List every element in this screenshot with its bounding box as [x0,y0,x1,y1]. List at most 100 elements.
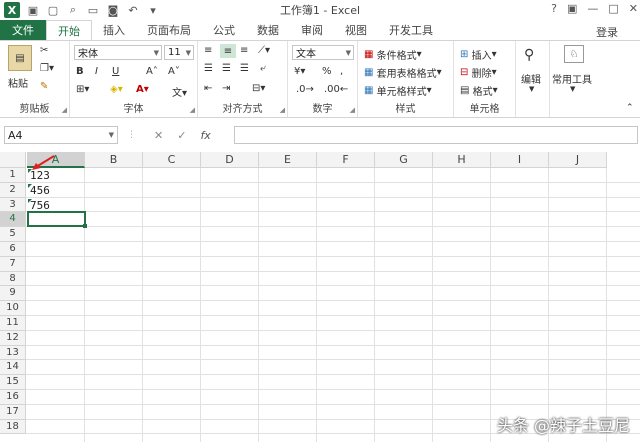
decrease-decimal-icon[interactable]: .00← [324,84,348,95]
common-tools-button[interactable]: 常用工具 [552,71,592,86]
border-icon[interactable]: ⊞▾ [76,84,89,95]
undo-icon[interactable]: ↶ [126,3,140,17]
column-header-b[interactable]: B [85,152,143,168]
tab-insert[interactable]: 插入 [92,20,136,40]
row-header-17[interactable]: 17 [0,404,26,420]
error-indicator-icon[interactable] [28,198,32,203]
insert-function-button[interactable]: fx [200,129,210,142]
format-painter-icon[interactable]: ✎ [40,81,48,92]
cell-styles-button[interactable]: ▦ 单元格样式 ▾ [364,83,432,98]
row-header-1[interactable]: 1 [0,168,26,183]
row-header-16[interactable]: 16 [0,390,26,405]
italic-button[interactable]: I [95,66,98,77]
phonetic-icon[interactable]: 文▾ [172,84,187,99]
tools-icon[interactable]: ♘ [564,45,584,63]
wrap-text-icon[interactable]: ⤶ [260,63,266,74]
save-icon[interactable]: ▣ [26,3,40,17]
error-indicator-icon[interactable] [28,183,32,188]
insert-cells-button[interactable]: ⊞ 插入 ▾ [460,47,497,62]
cut-icon[interactable]: ✂ [40,45,48,56]
row-header-10[interactable]: 10 [0,301,26,316]
maximize-button[interactable]: □ [608,2,618,15]
column-header-h[interactable]: H [433,152,491,168]
binoculars-icon[interactable]: ⚲ [524,47,534,63]
decrease-font-icon[interactable]: A˅ [168,66,180,77]
row-header-15[interactable]: 15 [0,375,26,390]
row-header-14[interactable]: 14 [0,360,26,376]
format-as-table-button[interactable]: ▦ 套用表格格式 ▾ [364,65,442,80]
align-center-icon[interactable]: ☰ [222,63,231,74]
align-top-icon[interactable]: ≡ [204,45,212,56]
tab-formulas[interactable]: 公式 [202,20,246,40]
dialog-launcher-icon[interactable]: ◢ [190,106,195,114]
align-bottom-icon[interactable]: ≡ [240,45,248,56]
bold-button[interactable]: B [76,66,84,77]
dialog-launcher-icon[interactable]: ◢ [350,106,355,114]
comma-button[interactable]: , [340,66,343,77]
minimize-button[interactable]: — [587,2,598,15]
column-header-f[interactable]: F [317,152,375,168]
column-header-e[interactable]: E [259,152,317,168]
cancel-icon[interactable]: ✕ [154,129,163,142]
align-left-icon[interactable]: ☰ [204,63,213,74]
row-header-13[interactable]: 13 [0,345,26,361]
format-cells-button[interactable]: ▤ 格式 ▾ [460,83,498,98]
row-header-11[interactable]: 11 [0,316,26,331]
fill-color-icon[interactable]: ◈▾ [110,84,123,95]
row-header-2[interactable]: 2 [0,182,26,198]
dialog-launcher-icon[interactable]: ◢ [62,106,67,114]
percent-button[interactable]: % [322,66,332,77]
row-header-3[interactable]: 3 [0,197,26,213]
paste-button[interactable]: 粘贴 [8,75,28,90]
cell-a3[interactable]: 756 [30,199,50,212]
login-link[interactable]: 登录 [596,24,618,40]
paste-icon[interactable]: ▤ [8,45,32,71]
increase-indent-icon[interactable]: ⇥ [222,83,230,94]
tab-view[interactable]: 视图 [334,20,378,40]
ribbon-display-button[interactable]: ▣ [567,2,577,15]
row-header-18[interactable]: 18 [0,419,26,435]
column-header-d[interactable]: D [201,152,259,168]
row-header-5[interactable]: 5 [0,227,26,242]
row-header-6[interactable]: 6 [0,242,26,257]
formula-input[interactable] [234,126,638,144]
decrease-indent-icon[interactable]: ⇤ [204,83,212,94]
align-right-icon[interactable]: ☰ [240,63,249,74]
delete-cells-button[interactable]: ⊟ 删除 ▾ [460,65,497,80]
help-button[interactable]: ? [551,2,557,15]
row-header-7[interactable]: 7 [0,256,26,272]
column-header-g[interactable]: G [375,152,433,168]
select-all-corner[interactable] [0,152,26,168]
increase-font-icon[interactable]: A˄ [146,66,158,77]
number-format-select[interactable]: 文本 ▼ [292,45,354,60]
tab-home[interactable]: 开始 [46,20,92,40]
font-color-icon[interactable]: A▾ [136,84,149,95]
customize-qat-icon[interactable]: ▾ [146,3,160,17]
print-preview-icon[interactable]: ⌕ [66,3,80,17]
row-header-9[interactable]: 9 [0,286,26,302]
conditional-format-button[interactable]: ▦ 条件格式 ▾ [364,47,422,62]
column-header-c[interactable]: C [143,152,201,168]
copy-icon[interactable]: ❐▾ [40,63,54,74]
row-header-8[interactable]: 8 [0,271,26,287]
orientation-icon[interactable]: ⟋▾ [258,45,270,56]
cell-a2[interactable]: 456 [30,184,50,197]
row-header-12[interactable]: 12 [0,330,26,346]
row-header-4[interactable]: 4 [0,212,26,228]
editing-button[interactable]: 编辑 [521,71,541,86]
tab-data[interactable]: 数据 [246,20,290,40]
tab-developer[interactable]: 开发工具 [378,20,444,40]
fill-handle[interactable] [83,224,87,229]
tab-review[interactable]: 审阅 [290,20,334,40]
selected-cell-a4[interactable] [27,211,86,228]
underline-button[interactable]: U [112,66,119,77]
merge-center-icon[interactable]: ⊟▾ [252,83,265,94]
new-file-icon[interactable]: ▢ [46,3,60,17]
font-size-select[interactable]: 11 ▼ [164,45,194,60]
close-button[interactable]: ✕ [629,2,638,15]
enter-icon[interactable]: ✓ [177,129,186,142]
collapse-ribbon-icon[interactable]: ⌃ [626,103,634,113]
font-name-select[interactable]: 宋体 ▼ [74,45,162,60]
column-header-j[interactable]: J [549,152,607,168]
open-folder-icon[interactable]: ▭ [86,3,100,17]
